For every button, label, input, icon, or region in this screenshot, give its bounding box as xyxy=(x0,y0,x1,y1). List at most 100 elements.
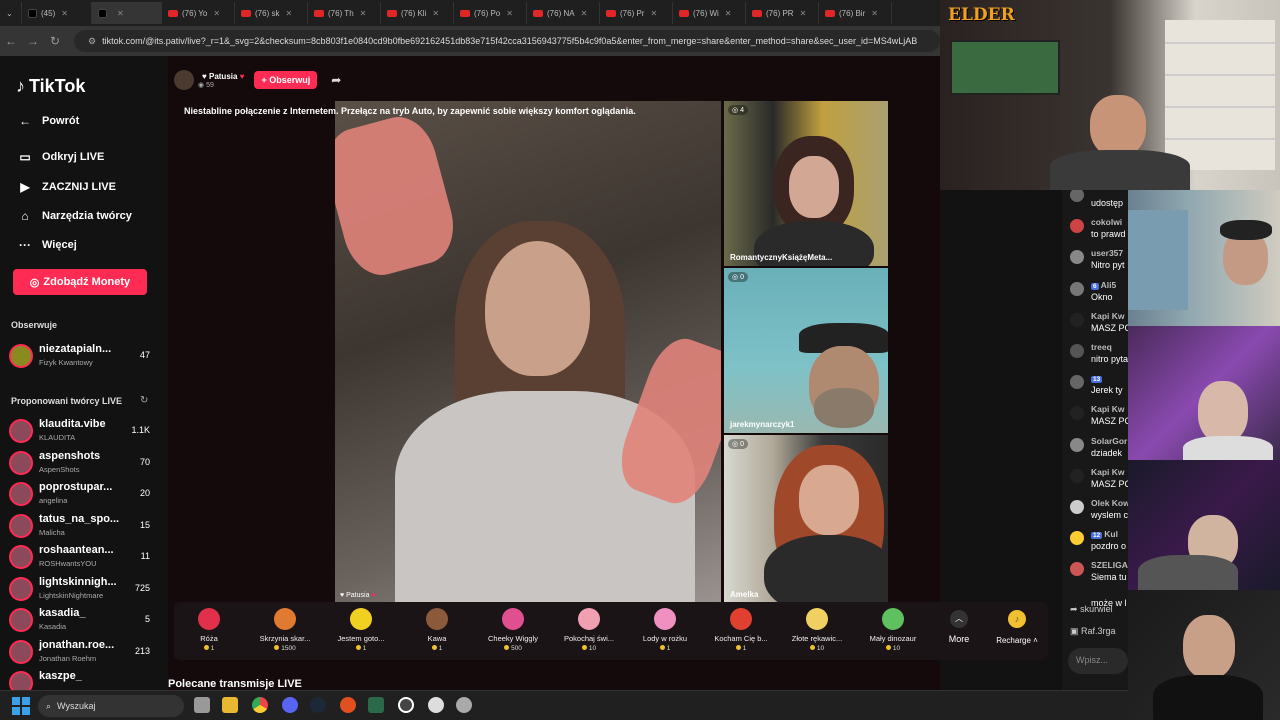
nav-go-live[interactable]: ▶ ZACZNIJ LIVE xyxy=(16,180,116,194)
host-avatar[interactable] xyxy=(174,70,194,90)
close-tab-icon[interactable]: ✕ xyxy=(61,9,68,18)
chat-username[interactable]: SZELIGA xyxy=(1091,560,1128,570)
gift-item[interactable]: Mały dinozaur 10 xyxy=(858,608,928,652)
avatar[interactable] xyxy=(1070,219,1084,234)
browser-tab[interactable]: ✕ xyxy=(92,2,162,24)
share-icon[interactable]: ➦ xyxy=(331,73,341,87)
discord-icon[interactable] xyxy=(282,697,298,713)
host-video[interactable]: ♥ Patusia ♥ xyxy=(335,101,721,603)
app-icon[interactable] xyxy=(368,697,384,713)
close-tab-icon[interactable]: ✕ xyxy=(506,9,513,18)
browser-tab[interactable]: (76) PR ✕ xyxy=(746,2,819,24)
gift-item[interactable]: Kocham Cię b... 1 xyxy=(706,608,776,652)
avatar[interactable] xyxy=(1070,468,1084,483)
recharge-button[interactable]: ♪ Recharge ˄ xyxy=(992,610,1042,645)
browser-tab[interactable]: (76) Pr ✕ xyxy=(600,2,673,24)
tab-list-button[interactable]: ⌄ xyxy=(0,2,22,24)
settings-icon[interactable] xyxy=(456,697,472,713)
chrome-icon[interactable] xyxy=(252,697,268,713)
avatar[interactable] xyxy=(1070,281,1084,296)
following-item[interactable]: niezatapialn... Fizyk Kwantowy 47 xyxy=(9,341,154,371)
suggested-creator-item[interactable]: aspenshots AspenShots 70 xyxy=(9,448,154,478)
back-arrow-icon[interactable]: ← xyxy=(0,34,22,48)
chat-username[interactable]: user357 xyxy=(1091,248,1123,258)
guest-video[interactable]: ◎ 4 RomantycznyKsiążęMeta... xyxy=(724,101,888,266)
chat-username[interactable]: Kapi Kw xyxy=(1091,404,1125,414)
suggested-creator-item[interactable]: jonathan.roe... Jonathan Roehm 213 xyxy=(9,637,154,667)
file-explorer-icon[interactable] xyxy=(222,697,238,713)
close-tab-icon[interactable]: ✕ xyxy=(871,9,878,18)
reload-icon[interactable]: ↻ xyxy=(44,34,66,48)
chat-username[interactable]: Kapi Kw xyxy=(1091,311,1125,321)
avatar[interactable] xyxy=(1070,406,1084,421)
nav-more[interactable]: ··· Więcej xyxy=(16,238,77,252)
browser-tab[interactable]: (76) Wi ✕ xyxy=(673,2,746,24)
close-tab-icon[interactable]: ✕ xyxy=(725,9,732,18)
gift-item[interactable]: Cheeky Wiggly 500 xyxy=(478,608,548,652)
avatar[interactable] xyxy=(1070,500,1084,514)
nav-creator-tools[interactable]: ⌂ Narzędzia twórcy xyxy=(16,209,132,223)
chat-username[interactable]: SolarGor xyxy=(1091,436,1127,446)
avatar[interactable] xyxy=(1070,375,1084,390)
gift-item[interactable]: Złote rękawic... 10 xyxy=(782,608,852,652)
avatar[interactable] xyxy=(1070,562,1084,577)
chat-input[interactable]: Wpisz... xyxy=(1068,648,1128,674)
gift-item[interactable]: Kawa 1 xyxy=(402,608,472,652)
forward-arrow-icon[interactable]: → xyxy=(22,34,44,48)
browser-tab[interactable]: (76) Kli ✕ xyxy=(381,2,454,24)
chat-username[interactable]: Kapi Kw xyxy=(1091,467,1125,477)
browser-tab[interactable]: (76) NA ✕ xyxy=(527,2,600,24)
browser-tab[interactable]: (76) Bir ✕ xyxy=(819,2,892,24)
obs-icon[interactable] xyxy=(398,697,414,713)
browser-tab[interactable]: (76) sk ✕ xyxy=(235,2,308,24)
close-tab-icon[interactable]: ✕ xyxy=(581,9,588,18)
site-info-icon[interactable]: ⚙ xyxy=(88,36,96,47)
browser-tab[interactable]: (76) Yo ✕ xyxy=(162,2,235,24)
follow-button[interactable]: + Obserwuj xyxy=(254,71,318,89)
suggested-creator-item[interactable]: poprostupar... angelina 20 xyxy=(9,479,154,509)
close-tab-icon[interactable]: ✕ xyxy=(285,9,292,18)
gift-item[interactable]: Pokochaj świ... 10 xyxy=(554,608,624,652)
guest-video[interactable]: ◎ 0 Amelka xyxy=(724,435,888,603)
app-icon[interactable] xyxy=(428,697,444,713)
chat-username[interactable]: treeq xyxy=(1091,342,1112,352)
url-input[interactable]: ⚙ tiktok.com/@its.pativ/live?_r=1&_svg=2… xyxy=(74,30,940,52)
avatar[interactable] xyxy=(1070,531,1084,546)
browser-tab[interactable]: (76) Th ✕ xyxy=(308,2,381,24)
avatar[interactable] xyxy=(1070,312,1084,327)
close-tab-icon[interactable]: ✕ xyxy=(432,9,439,18)
avatar[interactable] xyxy=(1070,190,1084,202)
chat-username[interactable]: Kul xyxy=(1104,529,1118,539)
get-coins-button[interactable]: ◎ Zdobądź Monety xyxy=(13,269,147,295)
nav-discover-live[interactable]: ▭ Odkryj LIVE xyxy=(16,150,104,164)
close-tab-icon[interactable]: ✕ xyxy=(213,9,220,18)
chat-username[interactable]: Ali5 xyxy=(1101,280,1117,290)
avatar[interactable] xyxy=(1070,437,1084,452)
steam-icon[interactable] xyxy=(310,697,326,713)
suggested-creator-item[interactable]: kasadia_ Kasadia 5 xyxy=(9,605,154,635)
guest-video[interactable]: ◎ 0 jarekmynarczyk1 xyxy=(724,268,888,433)
suggested-creator-item[interactable]: tatus_na_spo... Malicha 15 xyxy=(9,511,154,541)
back-link[interactable]: ← Powrót xyxy=(16,114,79,128)
host-name[interactable]: ♥ Patusia ♥ xyxy=(202,72,244,81)
gift-item[interactable]: Skrzynia skar... 1500 xyxy=(250,608,320,652)
close-tab-icon[interactable]: ✕ xyxy=(650,9,657,18)
suggested-creator-item[interactable]: lightskinnigh... LightskinNightmare 725 xyxy=(9,574,154,604)
refresh-icon[interactable]: ↻ xyxy=(140,395,148,406)
suggested-creator-item[interactable]: klaudita.vibe KLAUDITA 1.1K xyxy=(9,416,154,446)
browser-tab[interactable]: (45) ✕ xyxy=(22,2,92,24)
task-view-icon[interactable] xyxy=(194,697,210,713)
gift-item[interactable]: Róża 1 xyxy=(174,608,244,652)
game-launcher-icon[interactable] xyxy=(340,697,356,713)
browser-tab[interactable]: (76) Po ✕ xyxy=(454,2,527,24)
close-tab-icon[interactable]: ✕ xyxy=(117,9,124,18)
gift-item[interactable]: Lody w rożku 1 xyxy=(630,608,700,652)
avatar[interactable] xyxy=(1070,344,1084,358)
taskbar-search-input[interactable]: ⌕ Wyszukaj xyxy=(38,695,184,717)
tiktok-logo[interactable]: ♪ TikTok xyxy=(16,76,85,97)
more-gifts-button[interactable]: ︿ More xyxy=(944,610,974,644)
suggested-creator-item[interactable]: roshaantean... ROSHwantsYOU 11 xyxy=(9,542,154,572)
chat-username[interactable]: Olek Kow xyxy=(1091,498,1130,508)
chat-username[interactable]: cokolwi xyxy=(1091,217,1122,227)
suggested-creator-item[interactable]: kaszpe_ xyxy=(9,668,154,690)
